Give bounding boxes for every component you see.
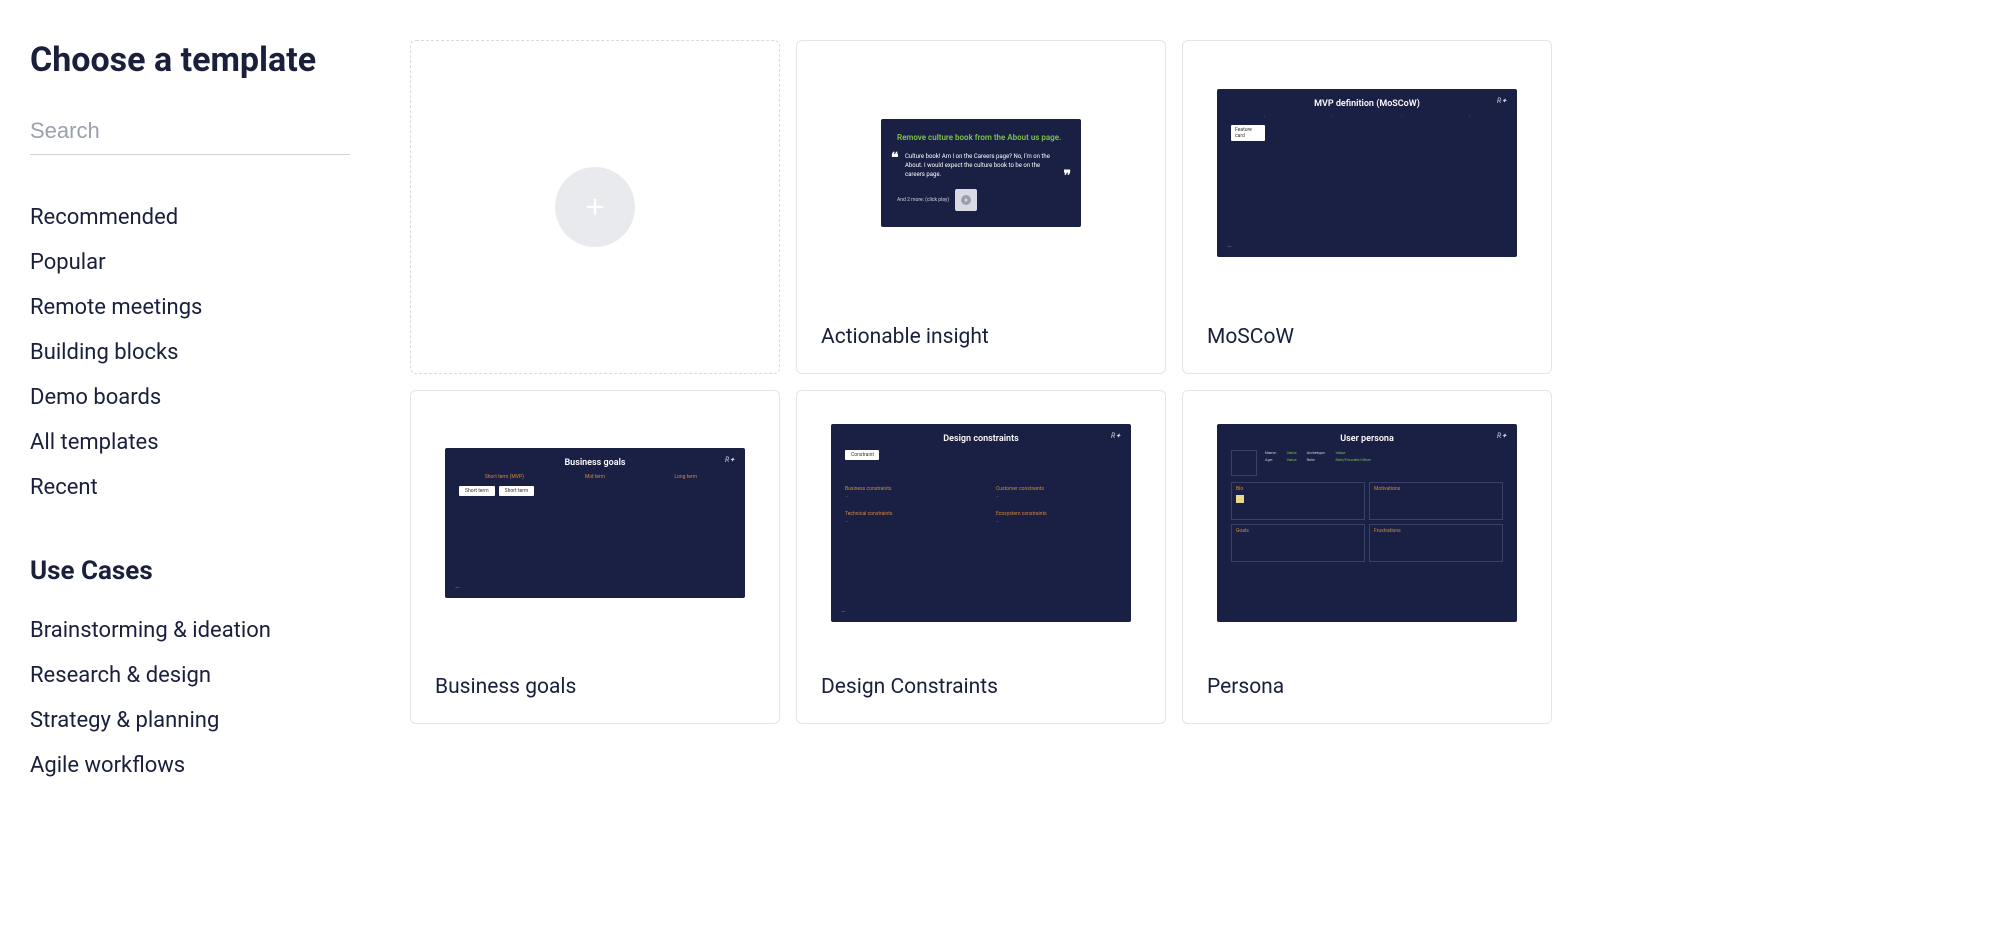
- preview-item: Business constraints: [845, 486, 966, 492]
- search-container: [30, 108, 350, 155]
- sidebar-item-research-design[interactable]: Research & design: [30, 653, 350, 698]
- template-card-business-goals[interactable]: Business goals R✦ Short term (MVP) Mid t…: [410, 390, 780, 724]
- template-card-design-constraints[interactable]: Design constraints R✦ Constraint Busines…: [796, 390, 1166, 724]
- logo-icon: R✦: [1111, 432, 1121, 440]
- sidebar-item-brainstorming[interactable]: Brainstorming & ideation: [30, 608, 350, 653]
- sidebar-item-all-templates[interactable]: All templates: [30, 420, 350, 465]
- template-title: MoSCoW: [1183, 305, 1551, 373]
- sidebar-item-popular[interactable]: Popular: [30, 240, 350, 285]
- template-title: Actionable insight: [797, 305, 1165, 373]
- sidebar-item-recommended[interactable]: Recommended: [30, 195, 350, 240]
- create-blank-card[interactable]: [410, 40, 780, 374]
- preview-slide: Business goals R✦ Short term (MVP) Mid t…: [445, 448, 745, 598]
- preview-chip: Constraint: [845, 450, 879, 460]
- sidebar-item-remote-meetings[interactable]: Remote meetings: [30, 285, 350, 330]
- preview-chip: Short term: [499, 486, 535, 496]
- preview-footnote: —: [841, 609, 846, 616]
- preview-more-label: And 2 more: (click play): [897, 197, 949, 203]
- template-preview: User persona R✦ Name:Value Archetype:Val…: [1183, 391, 1551, 655]
- play-icon: [955, 189, 977, 211]
- template-grid: Remove culture book from the About us pa…: [410, 40, 1552, 834]
- template-title: Persona: [1183, 655, 1551, 723]
- preview-col: Mid term: [550, 474, 641, 480]
- preview-item: Technical constraints: [845, 511, 966, 517]
- preview-chip: Short term: [459, 486, 495, 496]
- preview-col: Long term: [640, 474, 731, 480]
- nav-primary: Recommended Popular Remote meetings Buil…: [30, 195, 350, 510]
- preview-box-label: Goals: [1236, 528, 1249, 534]
- template-title: Design Constraints: [797, 655, 1165, 723]
- preview-box-label: Bio: [1236, 486, 1243, 492]
- search-input[interactable]: [30, 108, 350, 155]
- preview-col: Short term (MVP): [459, 474, 550, 480]
- preview-box-label: Motivations: [1374, 486, 1400, 492]
- sidebar-item-demo-boards[interactable]: Demo boards: [30, 375, 350, 420]
- logo-icon: R✦: [1497, 432, 1507, 440]
- nav-usecases: Use Cases Brainstorming & ideation Resea…: [30, 556, 350, 788]
- preview-slide: Remove culture book from the About us pa…: [881, 119, 1081, 227]
- sidebar: Choose a template Recommended Popular Re…: [30, 40, 350, 834]
- logo-icon: R✦: [1497, 97, 1507, 105]
- preview-footnote: —: [1227, 244, 1232, 251]
- preview-headline: Remove culture book from the About us pa…: [897, 133, 1065, 142]
- preview-footnote: —: [455, 585, 460, 592]
- preview-fields: Name:Value Archetype:Value Age:Value Rol…: [1265, 450, 1371, 476]
- template-card-actionable-insight[interactable]: Remove culture book from the About us pa…: [796, 40, 1166, 374]
- usecases-heading: Use Cases: [30, 556, 350, 586]
- template-title: Business goals: [411, 655, 779, 723]
- preview-chip: Feature card: [1231, 125, 1265, 141]
- preview-quote: Culture book! Am I on the Careers page? …: [897, 152, 1065, 179]
- template-preview: MVP definition (MoSCoW) R✦ ···· Feature …: [1183, 41, 1551, 305]
- avatar-placeholder: [1231, 450, 1257, 476]
- preview-slide: Design constraints R✦ Constraint Busines…: [831, 424, 1131, 622]
- template-card-persona[interactable]: User persona R✦ Name:Value Archetype:Val…: [1182, 390, 1552, 724]
- preview-title: Design constraints: [845, 434, 1117, 444]
- template-card-moscow[interactable]: MVP definition (MoSCoW) R✦ ···· Feature …: [1182, 40, 1552, 374]
- page-title: Choose a template: [30, 40, 350, 80]
- logo-icon: R✦: [725, 456, 735, 464]
- sidebar-item-agile-workflows[interactable]: Agile workflows: [30, 743, 350, 788]
- preview-title: User persona: [1231, 434, 1503, 444]
- preview-box-label: Frustrations: [1374, 528, 1401, 534]
- sidebar-item-strategy-planning[interactable]: Strategy & planning: [30, 698, 350, 743]
- preview-title: Business goals: [459, 458, 731, 468]
- sidebar-item-recent[interactable]: Recent: [30, 465, 350, 510]
- preview-slide: MVP definition (MoSCoW) R✦ ···· Feature …: [1217, 89, 1517, 257]
- preview-item: Ecosystem constraints: [996, 511, 1117, 517]
- preview-item: Customer constraints: [996, 486, 1117, 492]
- template-preview: Design constraints R✦ Constraint Busines…: [797, 391, 1165, 655]
- template-preview: Business goals R✦ Short term (MVP) Mid t…: [411, 391, 779, 655]
- sidebar-item-building-blocks[interactable]: Building blocks: [30, 330, 350, 375]
- plus-icon: [555, 167, 635, 247]
- template-preview: Remove culture book from the About us pa…: [797, 41, 1165, 305]
- preview-slide: User persona R✦ Name:Value Archetype:Val…: [1217, 424, 1517, 622]
- preview-title: MVP definition (MoSCoW): [1231, 99, 1503, 109]
